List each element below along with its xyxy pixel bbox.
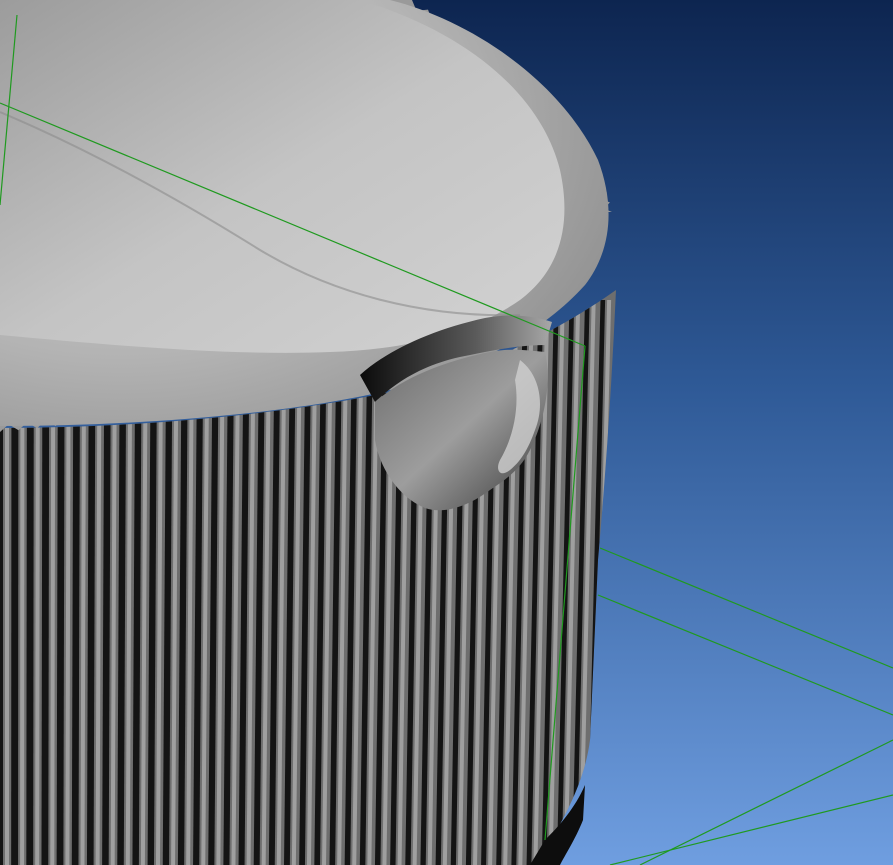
3d-viewport[interactable]: [0, 0, 893, 865]
knurled-cylinder-cap-icon[interactable]: [0, 0, 642, 865]
viewport-canvas[interactable]: [0, 0, 893, 865]
